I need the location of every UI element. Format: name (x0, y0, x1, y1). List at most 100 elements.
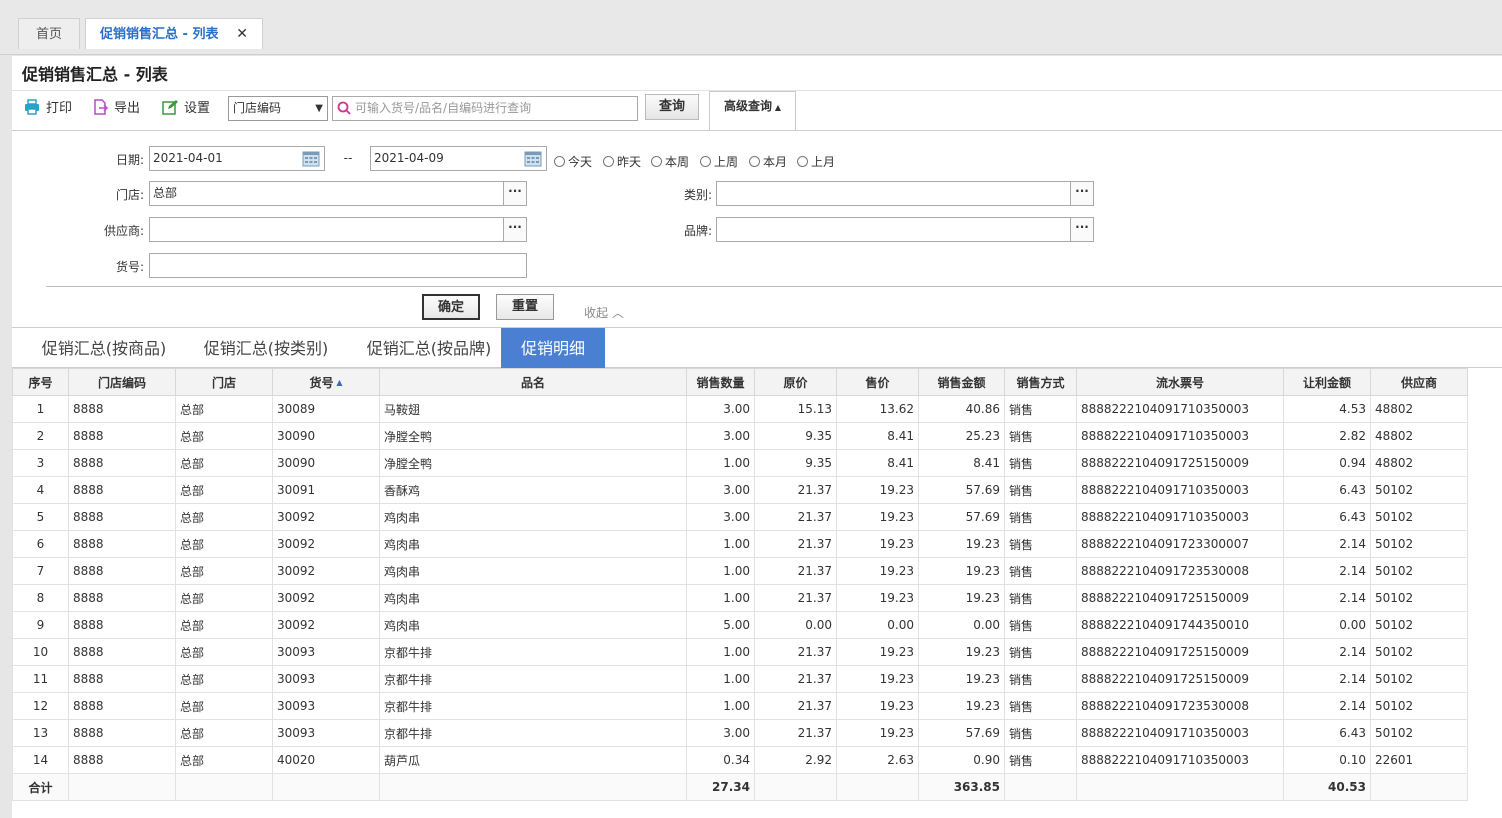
table-cell: 30092 (272, 584, 380, 612)
table-cell: 8888 (68, 422, 176, 450)
table-cell: 8888 (68, 584, 176, 612)
table-cell: 8888222104091725150009 (1076, 665, 1284, 693)
table-cell: 19.23 (918, 665, 1005, 693)
reset-button[interactable]: 重置 (496, 294, 554, 320)
column-header[interactable]: 销售方式 (1004, 368, 1077, 396)
table-cell: 30089 (272, 395, 380, 423)
table-cell: 57.69 (918, 503, 1005, 531)
table-cell: 0.90 (918, 746, 1005, 774)
table-row[interactable]: 10 8888 总部 30093 京都牛排 1.00 21.37 19.23 19.23 销售 88… (12, 638, 1468, 666)
table-cell: 2.14 (1283, 557, 1371, 585)
table-cell: 1.00 (686, 584, 755, 612)
table-cell: 50102 (1370, 638, 1468, 666)
edit-icon (162, 100, 178, 115)
tab-bar: 首页 促销销售汇总 - 列表 ✕ (0, 0, 1502, 55)
advanced-query-button[interactable]: 高级查询 ▲ (709, 91, 796, 131)
calendar-icon[interactable] (302, 150, 320, 167)
ok-button[interactable]: 确定 (422, 294, 480, 320)
column-header[interactable]: 售价 (836, 368, 919, 396)
table-row[interactable]: 11 8888 总部 30093 京都牛排 1.00 21.37 19.23 19.23 销售 88… (12, 665, 1468, 693)
table-cell: 销售 (1004, 611, 1077, 639)
table-cell: 57.69 (918, 719, 1005, 747)
table-cell: 销售 (1004, 692, 1077, 720)
column-header[interactable]: 门店编码 (68, 368, 176, 396)
table-cell: 净膛全鸭 (379, 449, 687, 477)
table-cell: 8888222104091710350003 (1076, 476, 1284, 504)
table-row[interactable]: 14 8888 总部 40020 葫芦瓜 0.34 2.92 2.63 0.90 销售 888822… (12, 746, 1468, 774)
table-cell: 40020 (272, 746, 380, 774)
item-no-input[interactable] (149, 253, 527, 278)
print-button[interactable]: 打印 (24, 99, 72, 119)
table-row[interactable]: 9 8888 总部 30092 鸡肉串 5.00 0.00 0.00 0.00 销售 8888222… (12, 611, 1468, 639)
table-cell: 0.00 (918, 611, 1005, 639)
chevron-down-icon: ▼ (315, 103, 323, 114)
collapse-link[interactable]: 收起 ︿ (584, 304, 624, 321)
table-cell: 8888222104091710350003 (1076, 503, 1284, 531)
column-header[interactable]: 让利金额 (1283, 368, 1371, 396)
table-row[interactable]: 4 8888 总部 30091 香酥鸡 3.00 21.37 19.23 57.69 销售 8888… (12, 476, 1468, 504)
radio-today[interactable]: 今天 (554, 153, 592, 170)
more-icon[interactable]: ··· (1070, 218, 1093, 241)
more-icon[interactable]: ··· (1070, 182, 1093, 205)
total-cell (754, 773, 837, 801)
radio-last-week[interactable]: 上周 (700, 153, 738, 170)
tab-summary-by-brand[interactable]: 促销汇总(按品牌) (351, 328, 507, 368)
date-to-input[interactable]: 2021-04-09 (370, 146, 547, 171)
brand-input[interactable]: ··· (716, 217, 1094, 242)
radio-this-month[interactable]: 本月 (749, 153, 787, 170)
export-button[interactable]: 导出 (92, 99, 140, 119)
more-icon[interactable]: ··· (503, 218, 526, 241)
table-row[interactable]: 3 8888 总部 30090 净膛全鸭 1.00 9.35 8.41 8.41 销售 888822… (12, 449, 1468, 477)
tab-summary-by-category[interactable]: 促销汇总(按类别) (188, 328, 344, 368)
column-header[interactable]: 货号 ▲ (272, 368, 380, 396)
table-row[interactable]: 2 8888 总部 30090 净膛全鸭 3.00 9.35 8.41 25.23 销售 88882… (12, 422, 1468, 450)
table-cell: 0.00 (754, 611, 837, 639)
more-icon[interactable]: ··· (503, 182, 526, 205)
table-row[interactable]: 6 8888 总部 30092 鸡肉串 1.00 21.37 19.23 19.23 销售 8888… (12, 530, 1468, 558)
store-input[interactable]: 总部 ··· (149, 181, 527, 206)
date-separator: -- (343, 151, 353, 165)
tab-summary-by-item[interactable]: 促销汇总(按商品) (26, 328, 182, 368)
tab-promo-sales-summary[interactable]: 促销销售汇总 - 列表 ✕ (85, 18, 263, 49)
main-panel: 促销销售汇总 - 列表 打印 导出 设置 门店编码 ▼ 可输入货号/品名/自编码… (12, 56, 1502, 818)
table-cell: 30090 (272, 422, 380, 450)
category-input[interactable]: ··· (716, 181, 1094, 206)
table-row[interactable]: 5 8888 总部 30092 鸡肉串 3.00 21.37 19.23 57.69 销售 8888… (12, 503, 1468, 531)
column-header[interactable]: 品名 (379, 368, 687, 396)
table-cell: 50102 (1370, 665, 1468, 693)
calendar-icon[interactable] (524, 150, 542, 167)
date-from-input[interactable]: 2021-04-01 (149, 146, 325, 171)
table-cell: 总部 (175, 665, 273, 693)
query-button[interactable]: 查询 (645, 94, 699, 120)
close-icon[interactable]: ✕ (236, 19, 248, 50)
table-cell: 净膛全鸭 (379, 422, 687, 450)
column-header[interactable]: 销售金额 (918, 368, 1005, 396)
tab-home[interactable]: 首页 (18, 18, 80, 49)
column-header[interactable]: 序号 (12, 368, 69, 396)
brand-label: 品牌: (683, 224, 712, 238)
search-input[interactable]: 可输入货号/品名/自编码进行查询 (332, 96, 638, 121)
table-cell: 葫芦瓜 (379, 746, 687, 774)
column-header[interactable]: 门店 (175, 368, 273, 396)
column-header[interactable]: 供应商 (1370, 368, 1468, 396)
table-cell: 销售 (1004, 719, 1077, 747)
table-row[interactable]: 1 8888 总部 30089 马鞍翅 3.00 15.13 13.62 40.86 销售 8888… (12, 395, 1468, 423)
settings-button[interactable]: 设置 (162, 99, 210, 119)
supplier-input[interactable]: ··· (149, 217, 527, 242)
table-row[interactable]: 8 8888 总部 30092 鸡肉串 1.00 21.37 19.23 19.23 销售 8888… (12, 584, 1468, 612)
radio-this-week[interactable]: 本周 (651, 153, 689, 170)
column-header[interactable]: 流水票号 (1076, 368, 1284, 396)
table-row[interactable]: 13 8888 总部 30093 京都牛排 3.00 21.37 19.23 57.69 销售 88… (12, 719, 1468, 747)
table-cell: 21.37 (754, 665, 837, 693)
table-row[interactable]: 12 8888 总部 30093 京都牛排 1.00 21.37 19.23 19.23 销售 88… (12, 692, 1468, 720)
column-header[interactable]: 原价 (754, 368, 837, 396)
table-cell: 14 (12, 746, 69, 774)
table-cell: 总部 (175, 557, 273, 585)
tab-promo-detail[interactable]: 促销明细 (501, 328, 605, 368)
column-header[interactable]: 销售数量 (686, 368, 755, 396)
radio-last-month[interactable]: 上月 (797, 153, 835, 170)
radio-yesterday[interactable]: 昨天 (603, 153, 641, 170)
table-cell: 19.23 (918, 557, 1005, 585)
search-field-select[interactable]: 门店编码 ▼ (228, 96, 328, 121)
table-row[interactable]: 7 8888 总部 30092 鸡肉串 1.00 21.37 19.23 19.23 销售 8888… (12, 557, 1468, 585)
